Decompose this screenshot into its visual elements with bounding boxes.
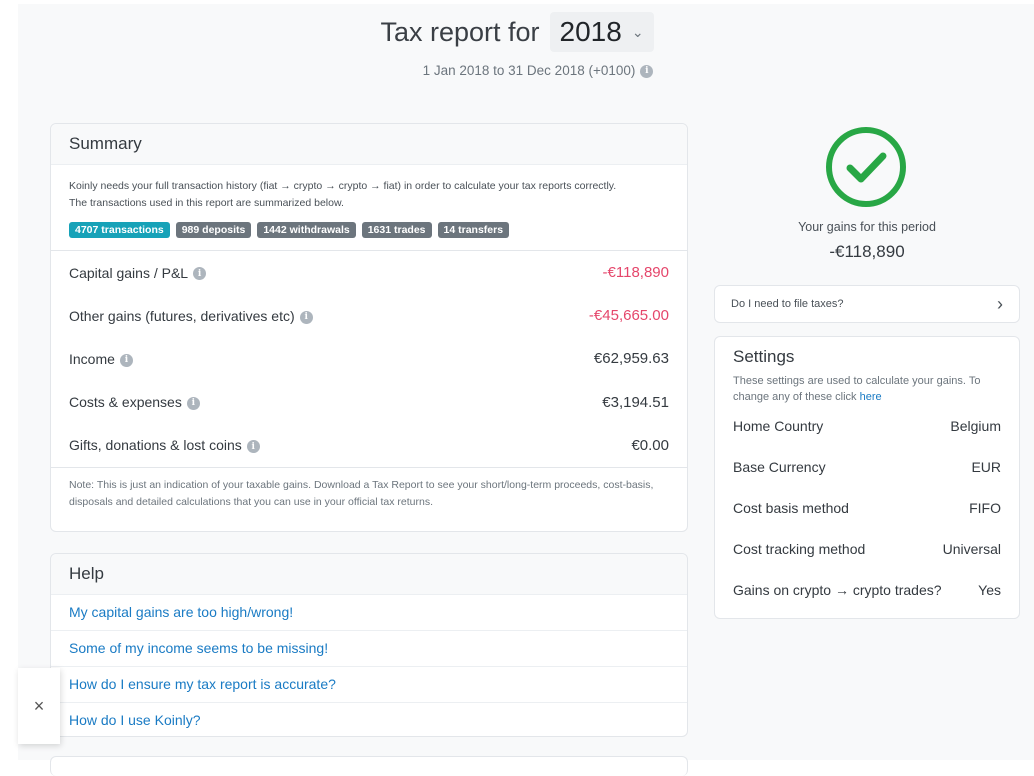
summary-note: Note: This is just an indication of your… — [51, 466, 687, 520]
summary-card: Summary Koinly needs your full transacti… — [50, 123, 688, 532]
help-card: Help My capital gains are too high/wrong… — [50, 553, 688, 737]
setting-value: Yes — [978, 581, 1001, 598]
settings-card: Settings These settings are used to calc… — [714, 336, 1020, 619]
capital-gains-row: Capital gains / P&L i -€118,890 — [51, 251, 687, 294]
costs-value: €3,194.51 — [602, 393, 669, 411]
help-link-capital-gains[interactable]: My capital gains are too high/wrong! — [51, 595, 687, 631]
other-gains-label: Other gains (futures, derivatives etc) — [69, 307, 295, 324]
report-header: Tax report for 2018 ⌄ — [0, 12, 1034, 52]
gains-label: Your gains for this period — [798, 220, 936, 234]
badge-deposits[interactable]: 989 deposits — [175, 222, 252, 238]
next-card-edge — [50, 756, 688, 776]
gains-value: -€118,890 — [829, 242, 905, 261]
row-label-wrap: Capital gains / P&L i — [69, 264, 207, 281]
file-taxes-button[interactable]: Do I need to file taxes? › — [714, 285, 1020, 323]
badge-transactions[interactable]: 4707 transactions — [69, 222, 170, 238]
setting-value: FIFO — [969, 499, 1001, 516]
other-gains-value: -€45,665.00 — [588, 307, 669, 325]
income-row: Income i €62,959.63 — [51, 337, 687, 380]
gifts-value: €0.00 — [631, 436, 669, 454]
capital-gains-value: -€118,890 — [602, 264, 669, 282]
row-label-wrap: Gifts, donations & lost coins i — [69, 437, 260, 453]
info-icon[interactable]: i — [119, 353, 133, 367]
close-icon: × — [33, 695, 45, 716]
check-circle-icon — [826, 127, 906, 207]
file-taxes-label: Do I need to file taxes? — [731, 298, 844, 310]
other-gains-row: Other gains (futures, derivatives etc) i … — [51, 294, 687, 337]
transaction-badges: 4707 transactions 989 deposits 1442 with… — [51, 212, 687, 250]
summary-intro-line1: Koinly needs your full transaction histo… — [69, 180, 617, 192]
gifts-row: Gifts, donations & lost coins i €0.00 — [51, 424, 687, 467]
summary-rows: Capital gains / P&L i -€118,890 Other gai… — [51, 250, 687, 467]
gifts-label: Gifts, donations & lost coins — [69, 437, 242, 454]
help-link-use-koinly[interactable]: How do I use Koinly? — [51, 703, 687, 738]
setting-label: Base Currency — [733, 458, 826, 475]
settings-desc-text: These settings are used to calculate you… — [733, 375, 981, 403]
settings-here-link[interactable]: here — [860, 391, 882, 403]
summary-intro: Koinly needs your full transaction histo… — [51, 165, 687, 212]
costs-row: Costs & expenses i €3,194.51 — [51, 381, 687, 424]
setting-crypto-gains: Gains on crypto → crypto trades? Yes — [733, 569, 1001, 610]
badge-transfers[interactable]: 14 transfers — [437, 222, 510, 238]
year-select[interactable]: 2018 ⌄ — [549, 12, 654, 52]
capital-gains-label: Capital gains / P&L — [69, 264, 189, 281]
info-icon[interactable]: i — [299, 310, 313, 324]
setting-value: Belgium — [950, 417, 1001, 434]
summary-title: Summary — [51, 124, 687, 165]
income-value: €62,959.63 — [593, 350, 669, 368]
close-button[interactable]: × — [18, 668, 60, 744]
settings-title: Settings — [733, 347, 795, 366]
chevron-right-icon: › — [997, 293, 1003, 314]
costs-label: Costs & expenses — [69, 394, 182, 411]
income-label: Income — [69, 350, 115, 367]
setting-label: Gains on crypto → crypto trades? — [733, 581, 942, 598]
badge-withdrawals[interactable]: 1442 withdrawals — [257, 222, 356, 238]
summary-intro-line2: The transactions used in this report are… — [69, 197, 344, 209]
page-title: Tax report for — [380, 16, 540, 47]
year-value: 2018 — [559, 16, 622, 47]
date-range-text: 1 Jan 2018 to 31 Dec 2018 (+0100) — [422, 63, 636, 78]
help-link-accurate-report[interactable]: How do I ensure my tax report is accurat… — [51, 667, 687, 703]
row-label-wrap: Costs & expenses i — [69, 394, 200, 410]
setting-cost-tracking: Cost tracking method Universal — [733, 528, 1001, 569]
setting-value: EUR — [971, 458, 1001, 475]
setting-value: Universal — [942, 540, 1001, 557]
settings-desc: These settings are used to calculate you… — [733, 373, 1001, 405]
date-range: 1 Jan 2018 to 31 Dec 2018 (+0100) i — [0, 63, 1034, 78]
setting-home-country: Home Country Belgium — [733, 405, 1001, 446]
row-label-wrap: Income i — [69, 351, 133, 367]
setting-cost-basis: Cost basis method FIFO — [733, 487, 1001, 528]
info-icon[interactable]: i — [246, 440, 260, 454]
row-label-wrap: Other gains (futures, derivatives etc) i — [69, 308, 313, 324]
info-icon[interactable]: i — [640, 64, 654, 78]
setting-label: Cost basis method — [733, 499, 849, 516]
info-icon[interactable]: i — [186, 396, 200, 410]
info-icon[interactable]: i — [193, 267, 207, 281]
setting-label: Cost tracking method — [733, 540, 866, 557]
chevron-down-icon: ⌄ — [631, 23, 644, 40]
setting-label: Home Country — [733, 417, 824, 434]
setting-base-currency: Base Currency EUR — [733, 446, 1001, 487]
help-link-missing-income[interactable]: Some of my income seems to be missing! — [51, 631, 687, 667]
badge-trades[interactable]: 1631 trades — [361, 222, 432, 238]
help-title: Help — [51, 554, 687, 595]
